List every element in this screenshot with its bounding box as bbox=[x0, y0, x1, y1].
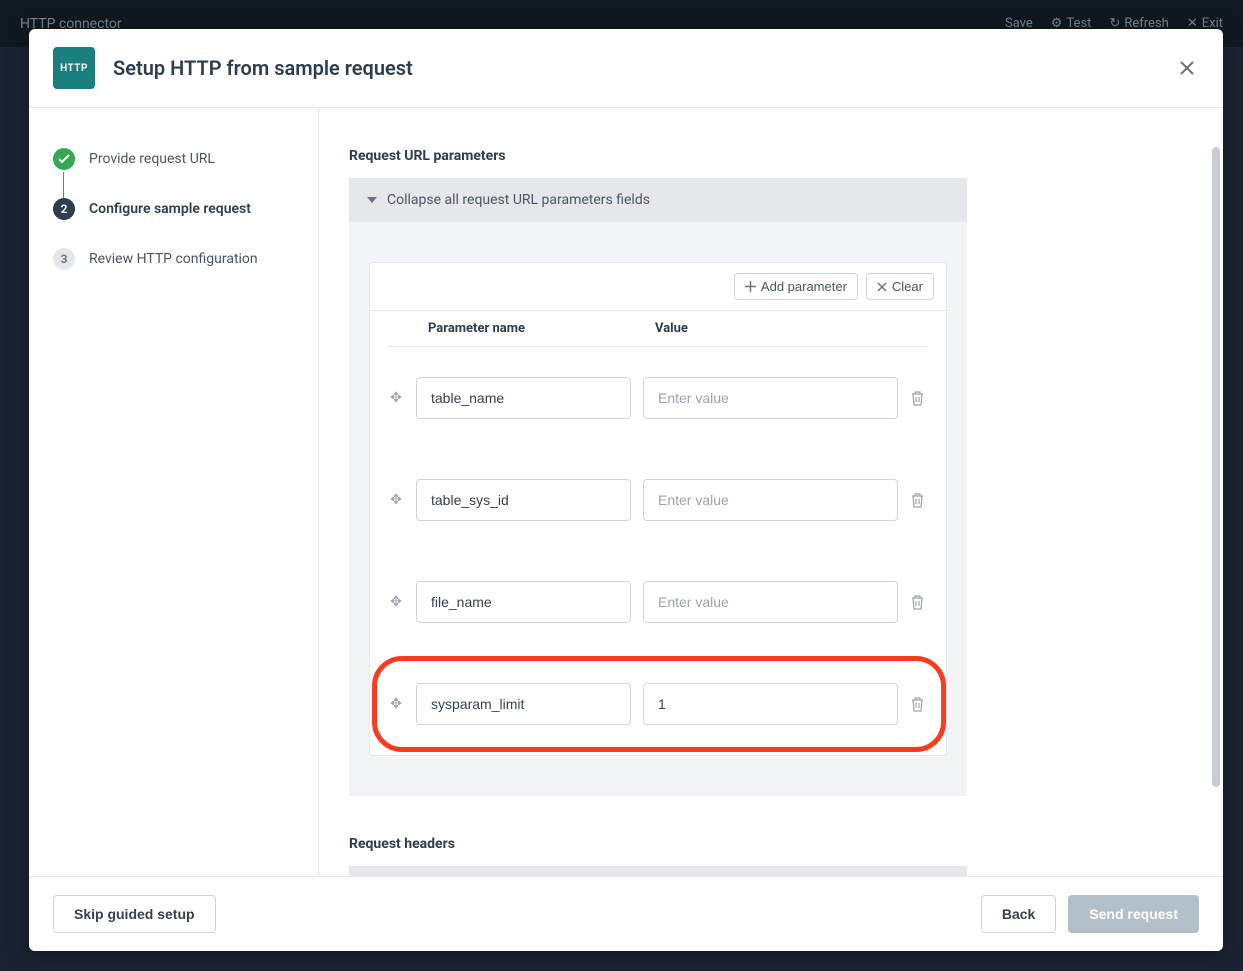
step-2-number: 2 bbox=[53, 198, 75, 220]
x-icon bbox=[877, 282, 887, 292]
add-parameter-button[interactable]: Add parameter bbox=[734, 273, 858, 300]
param-row-3: ✥ bbox=[370, 653, 946, 755]
add-parameter-label: Add parameter bbox=[761, 279, 847, 294]
trash-icon bbox=[910, 390, 925, 406]
steps-sidebar: Provide request URL 2 Configure sample r… bbox=[29, 108, 319, 876]
param-name-input-0[interactable] bbox=[416, 377, 631, 419]
back-button[interactable]: Back bbox=[981, 895, 1056, 933]
scrollbar[interactable] bbox=[1212, 147, 1220, 787]
step-3-label: Review HTTP configuration bbox=[89, 251, 258, 267]
delete-row-0[interactable] bbox=[910, 390, 928, 406]
step-1[interactable]: Provide request URL bbox=[53, 148, 294, 198]
request-headers-title: Request headers bbox=[349, 836, 967, 852]
url-params-container: Add parameter Clear Parameter name Value… bbox=[349, 222, 967, 796]
param-row-0: ✥ bbox=[370, 347, 946, 449]
step-3[interactable]: 3 Review HTTP configuration bbox=[53, 248, 294, 298]
modal-body: Provide request URL 2 Configure sample r… bbox=[29, 108, 1223, 876]
delete-row-1[interactable] bbox=[910, 492, 928, 508]
close-button[interactable] bbox=[1175, 56, 1199, 80]
trash-icon bbox=[910, 492, 925, 508]
trash-icon bbox=[910, 594, 925, 610]
modal-header: HTTP Setup HTTP from sample request bbox=[29, 29, 1223, 108]
delete-row-3[interactable] bbox=[910, 696, 928, 712]
close-icon bbox=[1179, 60, 1195, 76]
step-connector bbox=[63, 172, 64, 198]
col-value: Value bbox=[655, 321, 910, 336]
send-request-button[interactable]: Send request bbox=[1068, 895, 1199, 933]
setup-modal: HTTP Setup HTTP from sample request Prov… bbox=[29, 29, 1223, 951]
delete-row-2[interactable] bbox=[910, 594, 928, 610]
param-value-input-1[interactable] bbox=[643, 479, 898, 521]
check-icon bbox=[53, 148, 75, 170]
param-name-input-3[interactable] bbox=[416, 683, 631, 725]
clear-label: Clear bbox=[892, 279, 923, 294]
step-1-label: Provide request URL bbox=[89, 151, 215, 167]
param-value-input-3[interactable] bbox=[643, 683, 898, 725]
drag-handle-icon[interactable]: ✥ bbox=[388, 492, 404, 508]
col-parameter-name: Parameter name bbox=[406, 321, 655, 336]
drag-handle-icon[interactable]: ✥ bbox=[388, 696, 404, 712]
params-headers: Parameter name Value bbox=[388, 311, 928, 347]
plus-icon bbox=[745, 281, 756, 292]
skip-guided-setup-button[interactable]: Skip guided setup bbox=[53, 895, 216, 933]
step-2[interactable]: 2 Configure sample request bbox=[53, 198, 294, 248]
trash-icon bbox=[910, 696, 925, 712]
step-3-number: 3 bbox=[53, 248, 75, 270]
modal-title: Setup HTTP from sample request bbox=[113, 56, 413, 80]
param-name-input-2[interactable] bbox=[416, 581, 631, 623]
http-icon: HTTP bbox=[53, 47, 95, 89]
collapse-url-params-label: Collapse all request URL parameters fiel… bbox=[387, 192, 650, 208]
param-row-1: ✥ bbox=[370, 449, 946, 551]
drag-handle-icon[interactable]: ✥ bbox=[388, 390, 404, 406]
param-name-input-1[interactable] bbox=[416, 479, 631, 521]
main-content: Request URL parameters Collapse all requ… bbox=[319, 108, 1223, 876]
step-2-label: Configure sample request bbox=[89, 201, 251, 217]
chevron-down-icon bbox=[367, 197, 377, 203]
param-value-input-0[interactable] bbox=[643, 377, 898, 419]
collapse-headers[interactable]: Collapse all request headers fields bbox=[349, 866, 967, 876]
modal-footer: Skip guided setup Back Send request bbox=[29, 876, 1223, 951]
drag-handle-icon[interactable]: ✥ bbox=[388, 594, 404, 610]
param-value-input-2[interactable] bbox=[643, 581, 898, 623]
params-toolbar: Add parameter Clear bbox=[370, 263, 946, 311]
collapse-url-params[interactable]: Collapse all request URL parameters fiel… bbox=[349, 178, 967, 222]
clear-button[interactable]: Clear bbox=[866, 273, 934, 300]
url-params-table: Add parameter Clear Parameter name Value… bbox=[369, 262, 947, 756]
param-row-2: ✥ bbox=[370, 551, 946, 653]
url-params-title: Request URL parameters bbox=[349, 148, 967, 164]
